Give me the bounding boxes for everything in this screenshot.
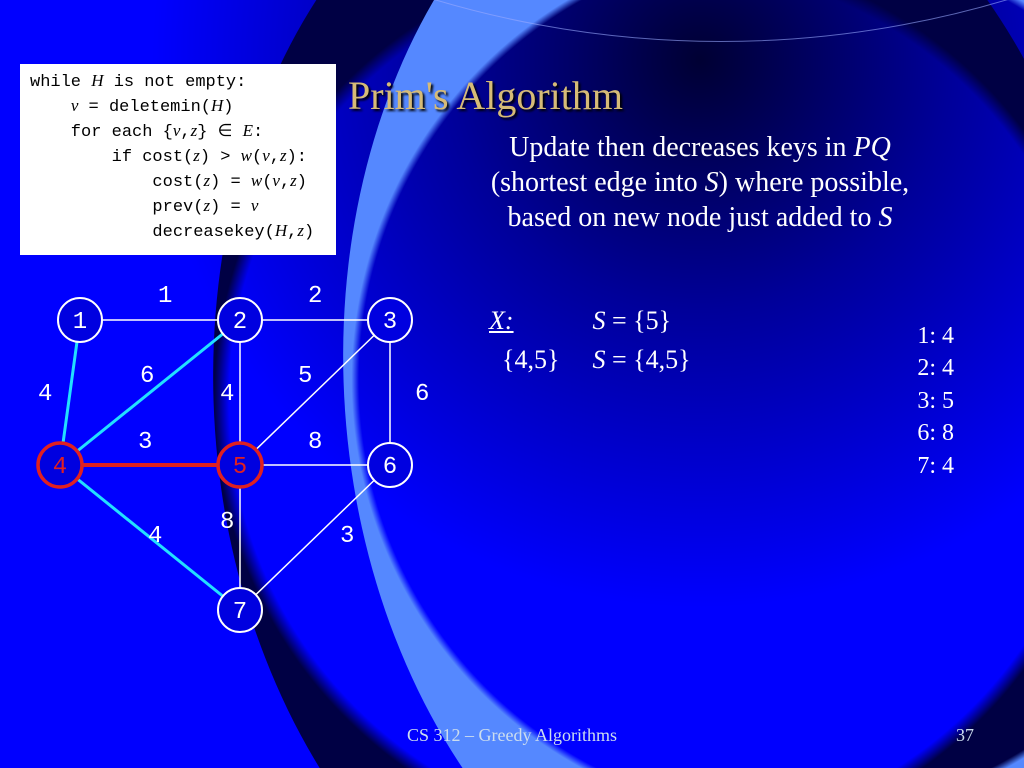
body-line3a: based on new node just added to: [508, 202, 879, 233]
edge-weight: 6: [415, 381, 429, 408]
page-number: 37: [956, 725, 974, 746]
graph: 1 2 4 6 4 5 6 3 8 4 8 3 1 2 3 4 5 6 7: [30, 280, 450, 640]
dist-row: 3: 5: [917, 385, 954, 417]
slide-body: Update then decreases keys in PQ (shorte…: [430, 130, 970, 235]
dist-row: 2: 4: [917, 352, 954, 384]
state-table: X: S = {5} {4,5} S = {4,5}: [486, 300, 723, 380]
node-label: 3: [383, 309, 397, 336]
node-label: 4: [53, 454, 67, 481]
dist-row: 6: 8: [917, 417, 954, 449]
body-line2a: (shortest edge into: [491, 167, 705, 198]
edge-weight: 2: [308, 283, 322, 310]
edge-weight: 1: [158, 283, 172, 310]
node-label: 1: [73, 309, 87, 336]
edge-weight: 5: [298, 363, 312, 390]
edge-weight: 4: [220, 381, 234, 408]
distance-list: 1: 4 2: 4 3: 5 6: 8 7: 4: [917, 320, 954, 482]
slide-title: Prim's Algorithm: [348, 72, 623, 119]
s-header: S: [592, 306, 605, 335]
edge-weight: 6: [140, 363, 154, 390]
footer-text: CS 312 – Greedy Algorithms: [0, 725, 1024, 746]
node-label: 2: [233, 309, 247, 336]
body-line2c: ) where possible,: [719, 167, 910, 198]
dist-row: 7: 4: [917, 450, 954, 482]
node-label: 7: [233, 599, 247, 626]
edge-weight: 4: [38, 381, 52, 408]
body-s2: S: [878, 202, 892, 233]
edge-weight: 3: [340, 523, 354, 550]
node-label: 5: [233, 454, 247, 481]
edge-weight: 4: [148, 523, 162, 550]
body-pq: PQ: [854, 132, 891, 163]
slide: Prim's Algorithm Update then decreases k…: [0, 0, 1024, 768]
edge-weight: 3: [138, 429, 152, 456]
x-header: X:: [489, 306, 514, 335]
body-s1: S: [705, 167, 719, 198]
dist-row: 1: 4: [917, 320, 954, 352]
edge-weight: 8: [308, 429, 322, 456]
pseudocode: while H is not empty: v = deletemin(H) f…: [20, 64, 336, 255]
node-label: 6: [383, 454, 397, 481]
graph-edge: [240, 465, 390, 610]
x-row: {4,5}: [502, 345, 559, 374]
edge-weight: 8: [220, 509, 234, 536]
body-line1a: Update then decreases keys in: [509, 132, 853, 163]
